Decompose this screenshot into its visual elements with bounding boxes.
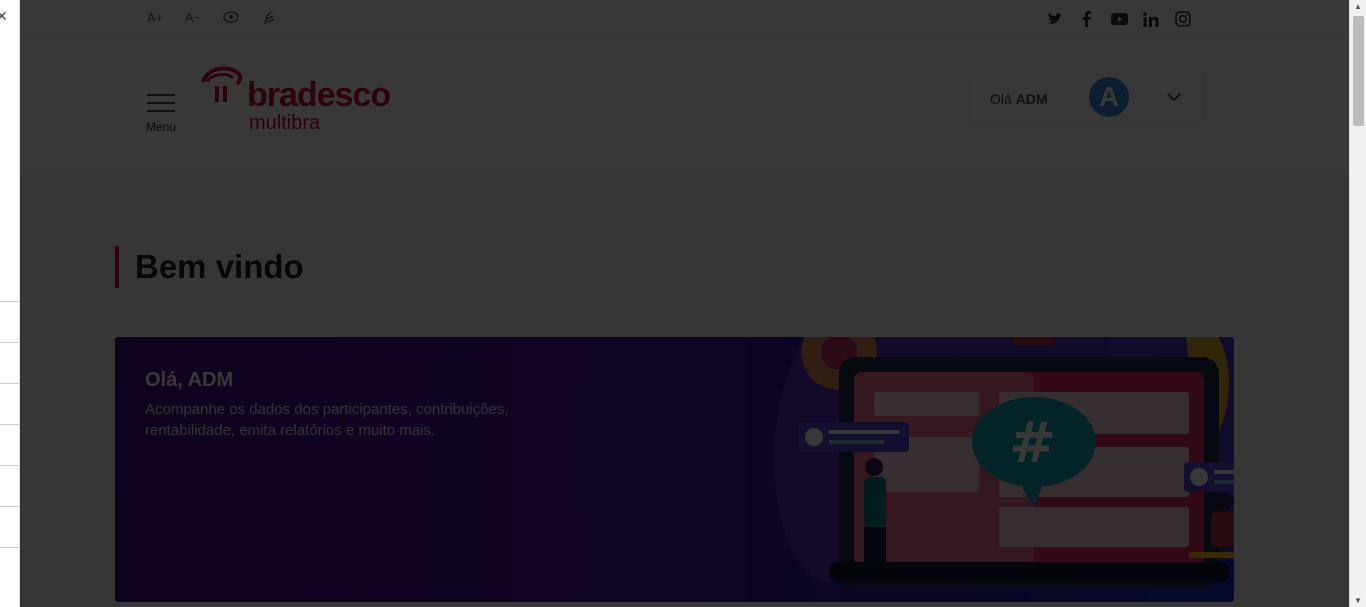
twitter-icon[interactable] bbox=[1046, 10, 1064, 28]
top-bar: A+ A− bbox=[20, 0, 1349, 38]
instagram-icon[interactable] bbox=[1174, 10, 1192, 28]
increase-font-button[interactable]: A+ bbox=[145, 10, 165, 29]
side-drawer: ✕ bbox=[0, 0, 20, 607]
youtube-icon[interactable] bbox=[1110, 10, 1128, 28]
page-title: Bem vindo bbox=[115, 246, 304, 288]
accessibility-tools: A+ A− bbox=[145, 10, 279, 29]
drawer-item[interactable] bbox=[0, 383, 20, 424]
drawer-item[interactable] bbox=[0, 547, 20, 588]
scrollbar-thumb[interactable] bbox=[1353, 16, 1364, 126]
chevron-down-icon[interactable] bbox=[1167, 89, 1181, 105]
vertical-scrollbar[interactable]: ▲ ▼ bbox=[1349, 0, 1366, 607]
hamburger-bar bbox=[147, 110, 175, 112]
close-icon[interactable]: ✕ bbox=[0, 8, 8, 25]
decrease-font-button[interactable]: A− bbox=[183, 10, 203, 29]
page: ✕ A+ A− Menu bradesco multibra Olá ADM A… bbox=[0, 0, 1366, 607]
greeting-prefix: Olá bbox=[990, 91, 1012, 107]
sign-language-icon[interactable] bbox=[259, 10, 279, 29]
social-links bbox=[1046, 10, 1192, 28]
banner-title: Olá, ADM bbox=[145, 369, 234, 391]
dashboard-illustration: # bbox=[774, 337, 1234, 587]
banner-description: Acompanhe os dados dos participantes, co… bbox=[145, 401, 509, 439]
menu-button[interactable]: Menu bbox=[145, 88, 177, 134]
svg-text:#: # bbox=[1009, 411, 1056, 476]
avatar[interactable]: A bbox=[1089, 77, 1129, 117]
brand-logo[interactable]: bradesco multibra bbox=[197, 60, 397, 135]
user-menu[interactable]: Olá ADM A bbox=[970, 74, 1204, 124]
scroll-down-icon[interactable]: ▼ bbox=[1354, 596, 1362, 605]
site-header: Menu bradesco multibra Olá ADM A bbox=[20, 38, 1349, 176]
drawer-item[interactable] bbox=[0, 342, 20, 383]
drawer-item[interactable] bbox=[0, 506, 20, 547]
menu-label: Menu bbox=[145, 120, 177, 134]
main-content: A+ A− Menu bradesco multibra Olá ADM A B… bbox=[20, 0, 1349, 607]
logo-wordmark: bradesco bbox=[247, 76, 391, 114]
hamburger-icon bbox=[147, 94, 175, 96]
hamburger-bar bbox=[147, 102, 175, 104]
bradesco-logo-icon bbox=[201, 66, 243, 102]
scroll-up-icon[interactable]: ▲ bbox=[1354, 2, 1362, 11]
drawer-item[interactable] bbox=[0, 465, 20, 506]
contrast-icon[interactable] bbox=[221, 10, 241, 29]
drawer-item[interactable] bbox=[0, 424, 20, 465]
drawer-item[interactable] bbox=[0, 301, 20, 342]
user-greeting: Olá ADM bbox=[990, 91, 1048, 107]
facebook-icon[interactable] bbox=[1078, 10, 1096, 28]
greeting-name: ADM bbox=[1015, 91, 1048, 107]
logo-subtitle: multibra bbox=[249, 112, 321, 134]
linkedin-icon[interactable] bbox=[1142, 10, 1160, 28]
welcome-banner: Olá, ADM Acompanhe os dados dos particip… bbox=[115, 337, 1234, 602]
